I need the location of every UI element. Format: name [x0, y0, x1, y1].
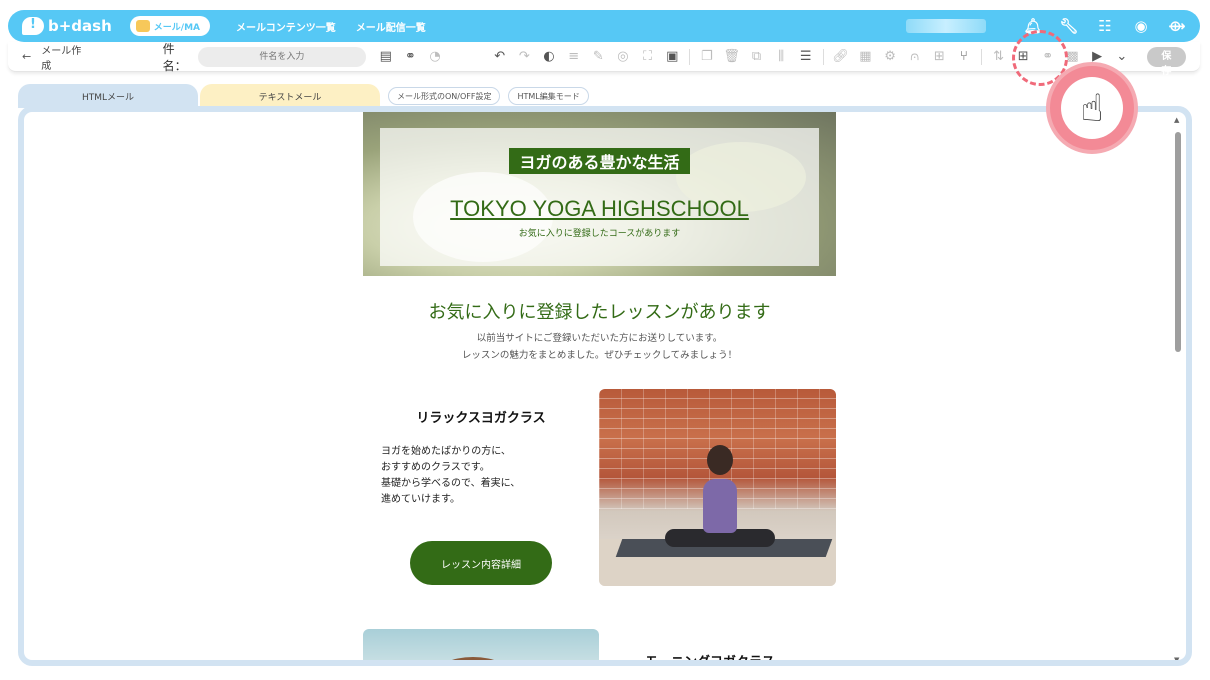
course-desc-line: おすすめのクラスです。	[381, 462, 490, 473]
target-icon[interactable]: ◎	[615, 49, 631, 65]
save-button[interactable]: 保存	[1146, 46, 1187, 77]
redo-icon[interactable]: ↷	[517, 49, 533, 65]
tab-html-mail[interactable]: HTMLメール	[18, 84, 198, 108]
calendar-icon[interactable]: ▦	[858, 49, 874, 65]
more-chevron-icon[interactable]: ⌄	[1114, 49, 1130, 65]
image-icon[interactable]: ▣	[664, 49, 680, 65]
wrench-icon[interactable]: 🔧︎	[1059, 17, 1078, 35]
lesson-details-button[interactable]: レッスン内容詳細	[410, 541, 552, 585]
chat-bot-icon[interactable]: ◉	[1132, 17, 1150, 35]
html-edit-mode-button[interactable]: HTML編集モード	[508, 87, 589, 105]
tab-text-mail[interactable]: テキストメール	[200, 84, 380, 108]
mail-format-tabs: HTMLメール テキストメール メール形式のON/OFF設定 HTML編集モード	[18, 84, 589, 108]
align-icon[interactable]: ≡	[566, 49, 582, 65]
mail-format-toggle-button[interactable]: メール形式のON/OFF設定	[388, 87, 501, 105]
copy-block-icon[interactable]: ❐	[699, 49, 715, 65]
duplicate-icon[interactable]: ⧉	[749, 49, 765, 65]
logo-text: b+dash	[48, 17, 112, 35]
course-block-morning: モーニングヨガクラス	[363, 629, 836, 666]
lead-text-line: 以前当サイトにご登録いただいた方にお送りしています。	[476, 333, 723, 344]
sort-icon[interactable]: ⇅	[991, 49, 1007, 65]
hero-overlay: ヨガのある豊かな生活 TOKYO YOGA HIGHSCHOOL お気に入りに登…	[380, 128, 819, 266]
toolbar-divider	[689, 48, 691, 65]
pointing-hand-icon: ☝	[1061, 77, 1123, 139]
pointing-hand-badge: ☝	[1046, 62, 1138, 154]
vertical-scrollbar[interactable]: ▲ ▼	[1174, 116, 1182, 660]
morning-yoga-photo[interactable]	[363, 629, 599, 660]
hero-subtitle: お気に入りに登録したコースがあります	[518, 229, 681, 239]
database-icon[interactable]: ⩀	[907, 49, 923, 65]
course-name: リラックスヨガクラス	[416, 411, 546, 426]
course-name: モーニングヨガクラス	[645, 655, 775, 666]
branch-icon[interactable]: ⑂	[956, 49, 972, 65]
mode-switch[interactable]: メール/MA	[129, 16, 210, 36]
toolbar-divider	[822, 48, 824, 65]
palette-icon[interactable]: ◐	[541, 49, 557, 65]
template-icon[interactable]: ▤	[378, 49, 394, 65]
yoga-photo[interactable]	[599, 389, 836, 586]
scroll-down-icon[interactable]: ▼	[1174, 656, 1179, 660]
preview-link-icon[interactable]: ⚭	[403, 49, 419, 65]
course-desc-line: 基礎から学べるので、着実に、	[381, 478, 521, 489]
person-head	[707, 445, 733, 475]
mail-body: ヨガのある豊かな生活 TOKYO YOGA HIGHSCHOOL お気に入りに登…	[363, 112, 836, 666]
hero-banner[interactable]: ヨガのある豊かな生活 TOKYO YOGA HIGHSCHOOL お気に入りに登…	[363, 112, 836, 276]
scroll-thumb[interactable]	[1175, 132, 1181, 352]
breadcrumb: メール作成	[41, 45, 82, 72]
course-block-relax: リラックスヨガクラス ヨガを始めたばかりの方に、 おすすめのクラスです。 基礎か…	[363, 389, 836, 587]
nav-mail-deliveries[interactable]: メール配信一覧	[356, 19, 426, 34]
course-desc-line: 進めていけます。	[381, 494, 460, 505]
link-icon[interactable]: 🔗︎	[832, 49, 849, 65]
subject-input[interactable]	[197, 46, 366, 67]
logo-bubble-icon	[22, 17, 44, 35]
back-arrow-icon[interactable]: ←	[22, 50, 31, 63]
logout-icon[interactable]: ⟴	[1168, 17, 1186, 35]
fullscreen-icon[interactable]: ⛶	[640, 49, 656, 65]
rows-icon[interactable]: ☰	[798, 49, 814, 65]
scroll-up-icon[interactable]: ▲	[1174, 116, 1179, 124]
course-desc-line: ヨガを始めたばかりの方に、	[381, 446, 511, 457]
delete-icon[interactable]: 🗑︎	[723, 49, 740, 65]
mode-label: メール/MA	[153, 22, 200, 33]
account-name-blurred	[906, 19, 986, 33]
lead-title: お気に入りに登録したレッスンがあります	[428, 302, 771, 323]
brand-logo[interactable]: b+dash	[22, 17, 112, 35]
hero-tagline: ヨガのある豊かな生活	[509, 148, 690, 174]
toolbar-divider	[980, 48, 982, 65]
undo-icon[interactable]: ↶	[492, 49, 508, 65]
hero-title-link[interactable]: TOKYO YOGA HIGHSCHOOL	[380, 196, 819, 222]
person-body	[703, 479, 737, 533]
mail-editor-canvas[interactable]: ヨガのある豊かな生活 TOKYO YOGA HIGHSCHOOL お気に入りに登…	[18, 106, 1192, 666]
schedule-icon[interactable]: ◔	[427, 49, 443, 65]
edit-pen-icon[interactable]: ✎	[590, 49, 606, 65]
course-description: ヨガを始めたばかりの方に、 おすすめのクラスです。 基礎から学べるので、着実に、…	[381, 444, 581, 508]
mail-mode-icon	[135, 20, 150, 32]
nav-mail-contents[interactable]: メールコンテンツ一覧	[236, 19, 336, 34]
insert-field-icon[interactable]: ⊞	[931, 49, 947, 65]
lead-text-line: レッスンの魅力をまとめました。ぜひチェックしてみましょう！	[461, 350, 738, 361]
columns-icon[interactable]: ⫼	[773, 49, 789, 65]
subject-label: 件名：	[162, 41, 187, 73]
grid-icon[interactable]: ☷	[1096, 17, 1114, 35]
settings-gears-icon[interactable]: ⚙	[882, 49, 898, 65]
